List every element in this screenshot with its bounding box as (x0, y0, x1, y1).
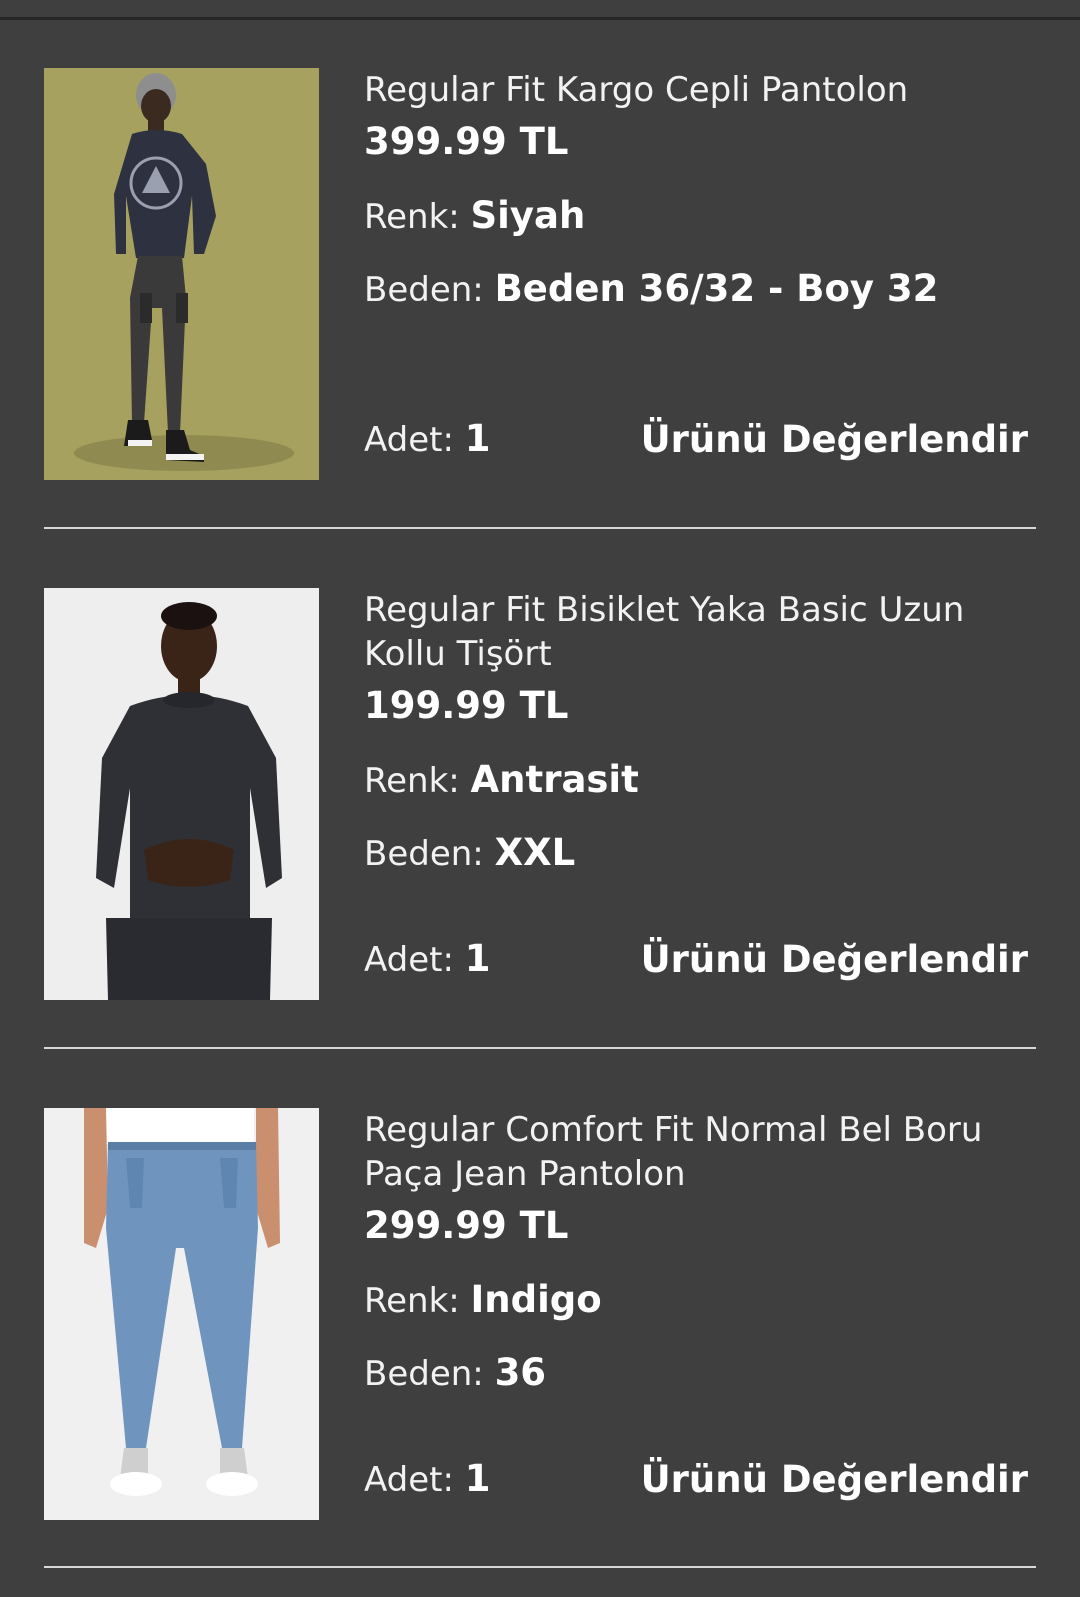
product-photo-jeans (44, 1108, 319, 1520)
size-label: Beden: (364, 834, 484, 874)
color-label: Renk: (364, 1281, 460, 1321)
rate-product-button[interactable]: Ürünü Değerlendir (641, 418, 1028, 462)
product-name[interactable]: Regular Fit Bisiklet Yaka Basic Uzun Kol… (364, 588, 1036, 676)
order-item: Regular Fit Kargo Cepli Pantolon 399.99 … (44, 68, 1036, 481)
color-value: Indigo (470, 1278, 602, 1321)
size-value: XXL (494, 831, 576, 874)
product-size: Beden: XXL (364, 831, 1036, 875)
order-item: Regular Fit Bisiklet Yaka Basic Uzun Kol… (44, 588, 1036, 1001)
rate-product-button[interactable]: Ürünü Değerlendir (641, 1458, 1028, 1502)
product-price: 199.99 TL (364, 684, 569, 727)
product-image[interactable] (44, 68, 319, 480)
product-photo-cargo-pants (44, 68, 319, 480)
product-color: Renk: Indigo (364, 1278, 1036, 1322)
product-color: Renk: Siyah (364, 194, 1036, 238)
product-info: Regular Comfort Fit Normal Bel Boru Paça… (364, 1108, 1036, 1520)
quantity-value: 1 (464, 417, 491, 460)
product-name[interactable]: Regular Fit Kargo Cepli Pantolon (364, 68, 1036, 112)
product-size: Beden: 36 (364, 1351, 1036, 1395)
order-item: Regular Comfort Fit Normal Bel Boru Paça… (44, 1108, 1036, 1521)
color-value: Siyah (470, 194, 586, 237)
product-image[interactable] (44, 1108, 319, 1520)
item-divider (44, 1047, 1036, 1049)
product-photo-longsleeve-tshirt (44, 588, 319, 1000)
item-divider (44, 1566, 1036, 1568)
product-quantity: Adet: 1 (364, 417, 491, 462)
product-quantity: Adet: 1 (364, 1457, 491, 1502)
item-footer: Adet: 1 Ürünü Değerlendir (364, 417, 1036, 462)
quantity-value: 1 (464, 937, 491, 980)
product-info: Regular Fit Bisiklet Yaka Basic Uzun Kol… (364, 588, 1036, 1000)
quantity-label: Adet: (364, 420, 454, 460)
color-label: Renk: (364, 761, 460, 801)
item-footer: Adet: 1 Ürünü Değerlendir (364, 937, 1036, 982)
quantity-label: Adet: (364, 1460, 454, 1500)
size-label: Beden: (364, 270, 484, 310)
product-color: Renk: Antrasit (364, 758, 1036, 802)
item-footer: Adet: 1 Ürünü Değerlendir (364, 1457, 1036, 1502)
header-bottom-border (0, 17, 1080, 20)
product-name[interactable]: Regular Comfort Fit Normal Bel Boru Paça… (364, 1108, 1036, 1196)
color-label: Renk: (364, 197, 460, 237)
rate-product-button[interactable]: Ürünü Değerlendir (641, 938, 1028, 982)
size-value: 36 (494, 1351, 547, 1394)
color-value: Antrasit (470, 758, 639, 801)
size-label: Beden: (364, 1354, 484, 1394)
product-image[interactable] (44, 588, 319, 1000)
product-size: Beden: Beden 36/32 - Boy 32 (364, 267, 1036, 311)
product-info: Regular Fit Kargo Cepli Pantolon 399.99 … (364, 68, 1036, 480)
quantity-value: 1 (464, 1457, 491, 1500)
product-price: 399.99 TL (364, 120, 569, 163)
product-quantity: Adet: 1 (364, 937, 491, 982)
product-price: 299.99 TL (364, 1204, 569, 1247)
size-value: Beden 36/32 - Boy 32 (494, 267, 939, 310)
item-divider (44, 527, 1036, 529)
quantity-label: Adet: (364, 940, 454, 980)
